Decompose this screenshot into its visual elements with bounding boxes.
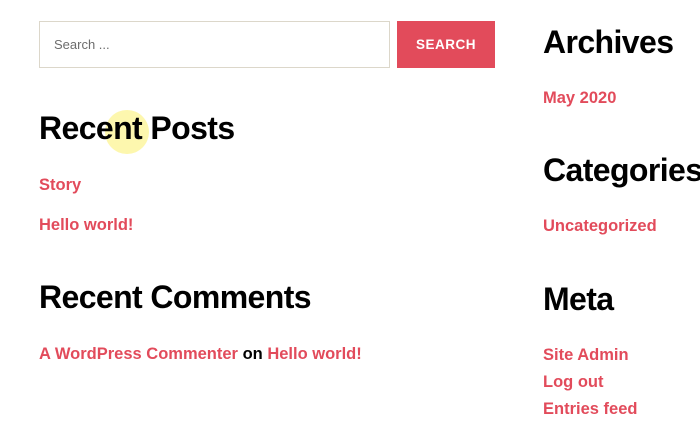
category-link[interactable]: Uncategorized [543,216,657,236]
comment-post-link[interactable]: Hello world! [267,345,361,363]
recent-comments-title: Recent Comments [39,279,312,315]
recent-post-link[interactable]: Hello world! [39,215,133,235]
meta-link-entries-feed[interactable]: Entries feed [543,399,637,419]
comment-author-link[interactable]: A WordPress Commenter [39,345,238,363]
categories-title: Categories [543,152,700,188]
meta-link-site-admin[interactable]: Site Admin [543,345,629,365]
meta-link-log-out[interactable]: Log out [543,372,603,392]
archive-link[interactable]: May 2020 [543,88,616,108]
archives-title: Archives [543,24,674,60]
search-input[interactable] [39,21,390,68]
meta-title: Meta [543,281,614,317]
recent-post-link[interactable]: Story [39,175,81,195]
comment-connector: on [242,345,263,363]
recent-posts-title: Recent Posts [39,110,235,146]
recent-comment-item: A WordPress Commenter on Hello world! [39,344,362,364]
search-button[interactable]: SEARCH [397,21,495,68]
